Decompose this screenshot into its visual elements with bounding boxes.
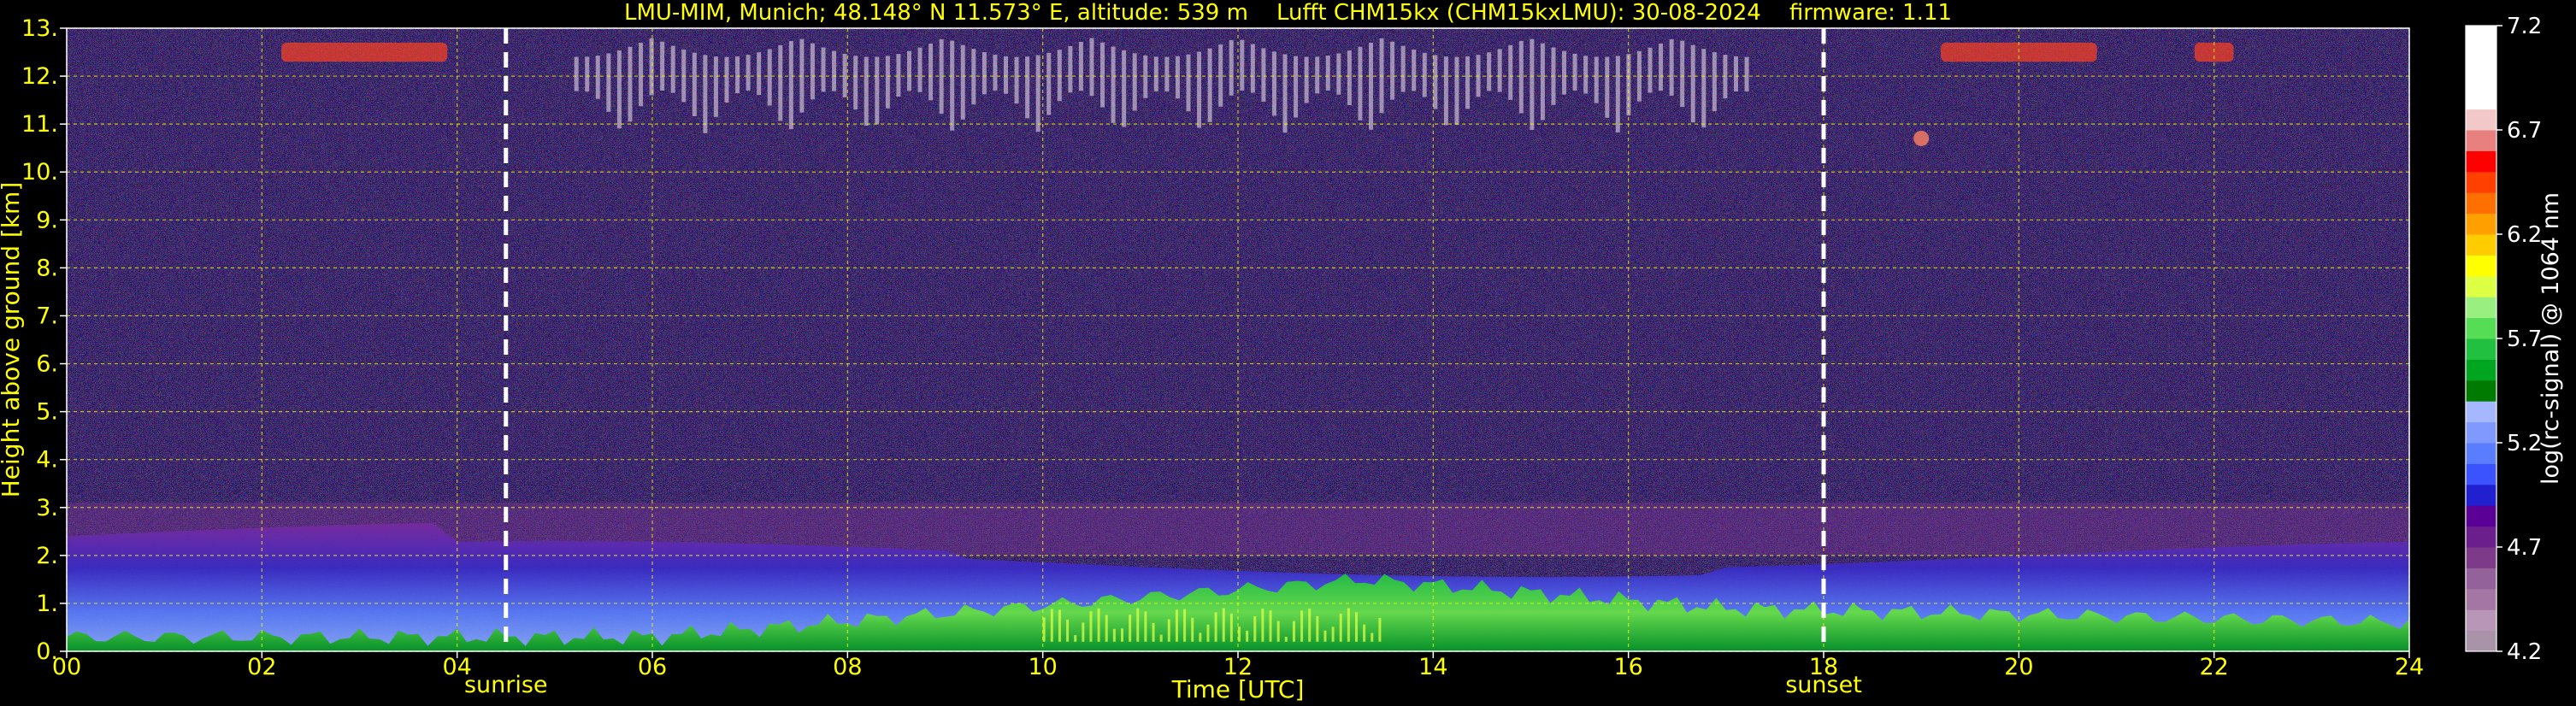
colorbar-segment (2466, 568, 2496, 590)
colorbar-segment (2466, 26, 2496, 47)
colorbar-segment (2466, 213, 2496, 235)
colorbar-segment (2466, 547, 2496, 568)
colorbar-segment (2466, 421, 2496, 444)
colorbar-segment (2466, 234, 2496, 256)
colorbar-segment (2466, 588, 2496, 610)
colorbar-segment (2466, 609, 2496, 632)
colorbar-segment (2466, 255, 2496, 277)
colorbar-segment (2466, 130, 2496, 151)
colorbar-segment (2466, 401, 2496, 423)
colorbar-segment (2466, 297, 2496, 319)
colorbar-tick-label: 4.7 (2507, 535, 2542, 561)
colorbar-segment (2466, 317, 2496, 339)
colorbar-segment (2466, 484, 2496, 506)
colorbar-label: log(rc-signal) @ 1064 nm (2538, 192, 2564, 485)
colorbar-segment (2466, 46, 2496, 68)
colorbar-segment (2466, 526, 2496, 548)
colorbar-segment (2466, 359, 2496, 381)
colorbar-segment (2466, 379, 2496, 402)
colorbar-tick-label: 6.7 (2507, 118, 2542, 144)
colorbar-segment (2466, 192, 2496, 215)
colorbar-segment (2466, 275, 2496, 297)
colorbar-segment (2466, 630, 2496, 652)
colorbar-segment (2466, 67, 2496, 89)
colorbar-segment (2466, 171, 2496, 193)
colorbar-segment (2466, 463, 2496, 485)
colorbar-segment (2466, 443, 2496, 464)
colorbar-segment (2466, 88, 2496, 110)
colorbar: 7.26.76.25.75.24.74.2log(rc-signal) @ 10… (2465, 14, 2564, 665)
colorbar-segment (2466, 505, 2496, 527)
colorbar-tick-label: 4.2 (2507, 639, 2542, 665)
colorbar-segment (2466, 150, 2496, 173)
colorbar-segment (2466, 338, 2496, 360)
colorbar-segment (2466, 109, 2496, 131)
colorbar-tick-label: 7.2 (2507, 14, 2542, 39)
